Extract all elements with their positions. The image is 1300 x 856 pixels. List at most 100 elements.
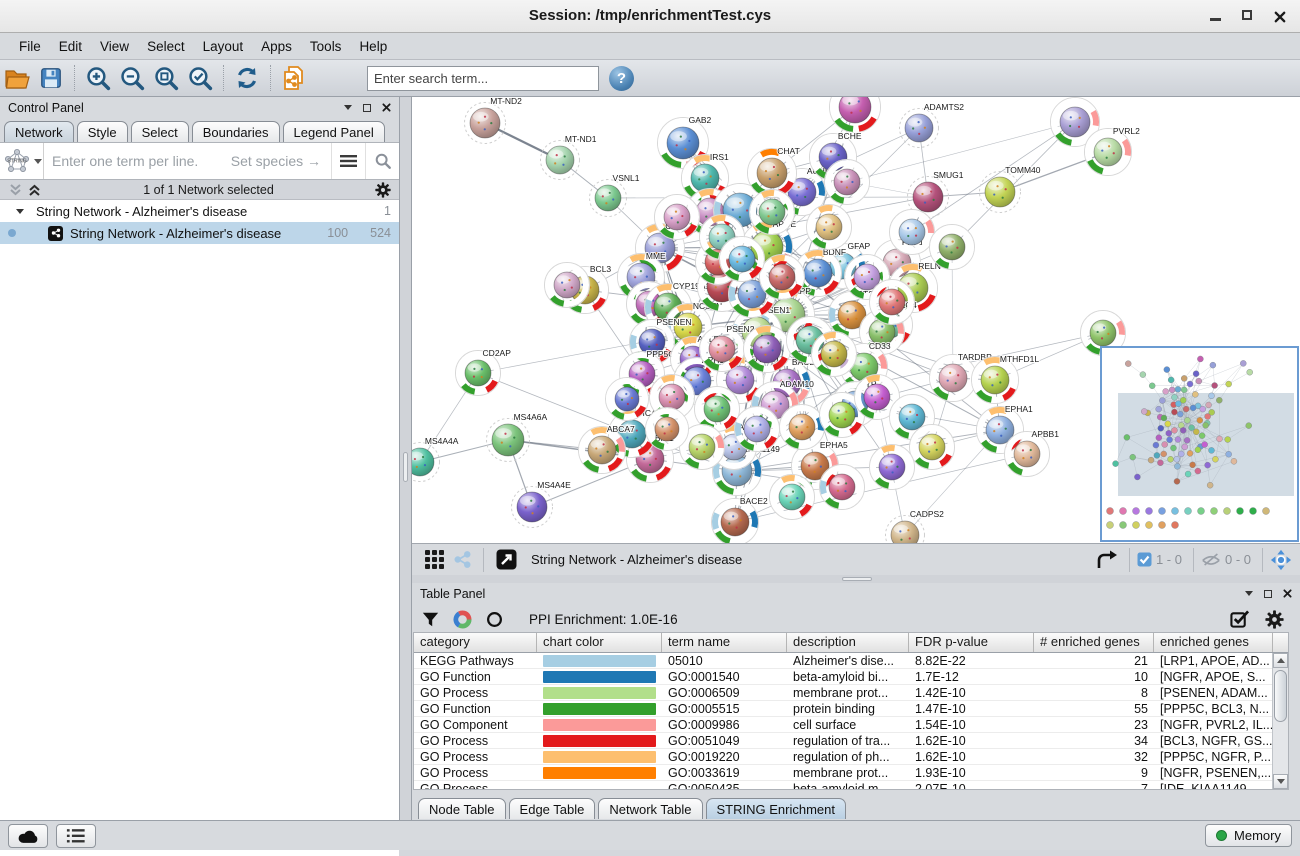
- panel-menu-button[interactable]: [1245, 591, 1253, 596]
- tab-style[interactable]: Style: [77, 121, 128, 142]
- tab-select[interactable]: Select: [131, 121, 189, 142]
- gear-icon[interactable]: [375, 182, 391, 198]
- expand-all-icon[interactable]: [27, 183, 42, 197]
- tab-network[interactable]: Network: [4, 121, 74, 142]
- string-term-input[interactable]: [44, 153, 231, 169]
- tab-string-enrichment[interactable]: STRING Enrichment: [706, 798, 846, 819]
- menu-view[interactable]: View: [91, 36, 138, 57]
- scroll-thumb[interactable]: [1274, 670, 1287, 722]
- cell: KEGG Pathways: [414, 653, 537, 668]
- vertical-splitter[interactable]: [400, 97, 412, 820]
- refresh-button[interactable]: [230, 63, 264, 93]
- task-history-button[interactable]: [56, 824, 96, 848]
- menu-help[interactable]: Help: [350, 36, 396, 57]
- table-row[interactable]: GO ProcessGO:0051049regulation of tra...…: [414, 733, 1288, 749]
- gear-icon[interactable]: [1265, 610, 1284, 629]
- navigator-toggle-icon[interactable]: [1270, 549, 1292, 571]
- cell: membrane prot...: [787, 765, 909, 780]
- network-canvas[interactable]: MT-ND2MT-ND1VSNL1GAB2ADAMTS2PVRL2TOMM40S…: [412, 97, 1300, 543]
- cell: beta-amyloid bi...: [787, 669, 909, 684]
- close-button[interactable]: [1274, 10, 1288, 22]
- minimize-button[interactable]: [1210, 10, 1224, 22]
- close-panel-button[interactable]: [1283, 589, 1292, 598]
- zoom-out-button[interactable]: [115, 63, 149, 93]
- help-button[interactable]: ?: [609, 66, 634, 91]
- cell: GO:0001540: [662, 669, 787, 684]
- menu-tools[interactable]: Tools: [301, 36, 351, 57]
- grid-view-button[interactable]: [420, 545, 448, 575]
- float-panel-button[interactable]: [363, 104, 371, 112]
- string-logo-icon[interactable]: STRING: [0, 143, 44, 179]
- tab-node-table[interactable]: Node Table: [418, 798, 506, 819]
- set-species-link[interactable]: Set species →: [231, 153, 331, 169]
- table-row[interactable]: GO ProcessGO:0050435beta-amyloid m...2.0…: [414, 781, 1288, 790]
- cell: 32: [1034, 749, 1154, 764]
- svg-text:SMUG1: SMUG1: [933, 170, 964, 180]
- panel-menu-button[interactable]: [344, 105, 352, 110]
- search-input[interactable]: [367, 66, 599, 91]
- zoom-fit-button[interactable]: [149, 63, 183, 93]
- maximize-button[interactable]: [1242, 10, 1256, 22]
- current-network-dot: [8, 229, 16, 237]
- network-row[interactable]: String Network - Alzheimer's disease 100…: [0, 222, 399, 244]
- chart-color-swatch: [543, 767, 656, 779]
- expander-icon[interactable]: [16, 209, 24, 214]
- scroll-down-button[interactable]: [1273, 774, 1288, 789]
- cell: [537, 669, 662, 684]
- cell: GO:0050435: [662, 781, 787, 790]
- open-session-button[interactable]: [0, 63, 34, 93]
- cloud-tasks-button[interactable]: [8, 824, 48, 848]
- cell: 7: [1034, 781, 1154, 790]
- tab-boundaries[interactable]: Boundaries: [192, 121, 280, 142]
- enrichment-table[interactable]: categorychart colorterm namedescriptionF…: [413, 632, 1289, 790]
- tab-network-table[interactable]: Network Table: [598, 798, 702, 819]
- table-row[interactable]: GO FunctionGO:0005515protein binding1.47…: [414, 701, 1288, 717]
- save-session-button[interactable]: [34, 63, 68, 93]
- table-row[interactable]: GO ProcessGO:0006509membrane prot...1.42…: [414, 685, 1288, 701]
- export-network-button[interactable]: [1092, 545, 1122, 575]
- menu-layout[interactable]: Layout: [194, 36, 253, 57]
- string-network-button[interactable]: [448, 545, 476, 575]
- scroll-up-button[interactable]: [1273, 653, 1288, 668]
- string-search-button[interactable]: [365, 143, 399, 179]
- column-header-term-name[interactable]: term name: [662, 633, 787, 652]
- tab-legend-panel[interactable]: Legend Panel: [283, 121, 385, 142]
- column-header-chart-color[interactable]: chart color: [537, 633, 662, 652]
- open-in-window-button[interactable]: [491, 545, 521, 575]
- cell: [LRP1, APOE, AD...: [1154, 653, 1273, 668]
- table-row[interactable]: GO ProcessGO:0033619membrane prot...1.93…: [414, 765, 1288, 781]
- menu-apps[interactable]: Apps: [252, 36, 301, 57]
- horizontal-splitter[interactable]: [412, 575, 1300, 583]
- float-panel-button[interactable]: [1264, 590, 1272, 598]
- column-header-FDR-p-value[interactable]: FDR p-value: [909, 633, 1034, 652]
- filter-icon[interactable]: [422, 611, 439, 628]
- chart-settings-icon[interactable]: [453, 610, 472, 629]
- cell: GO Function: [414, 669, 537, 684]
- menu-select[interactable]: Select: [138, 36, 194, 57]
- menu-edit[interactable]: Edit: [50, 36, 91, 57]
- table-scrollbar[interactable]: [1272, 653, 1288, 789]
- close-panel-button[interactable]: [382, 103, 391, 112]
- zoom-selected-button[interactable]: [183, 63, 217, 93]
- table-row[interactable]: KEGG Pathways05010Alzheimer's dise...8.8…: [414, 653, 1288, 669]
- string-options-button[interactable]: [331, 143, 365, 179]
- copy-network-button[interactable]: [277, 63, 311, 93]
- column-header-description[interactable]: description: [787, 633, 909, 652]
- remove-chart-icon[interactable]: [486, 611, 503, 628]
- table-row[interactable]: GO FunctionGO:0001540beta-amyloid bi...1…: [414, 669, 1288, 685]
- main-toolbar: ?: [0, 60, 1300, 97]
- collection-row[interactable]: String Network - Alzheimer's disease 1: [0, 200, 399, 222]
- select-rows-icon[interactable]: [1230, 610, 1249, 629]
- column-header-category[interactable]: category: [414, 633, 537, 652]
- menu-file[interactable]: File: [10, 36, 50, 57]
- collapse-all-icon[interactable]: [8, 183, 23, 197]
- zoom-in-button[interactable]: [81, 63, 115, 93]
- column-header-enriched-genes[interactable]: enriched genes: [1154, 633, 1273, 652]
- column-header---enriched-genes[interactable]: # enriched genes: [1034, 633, 1154, 652]
- table-row[interactable]: GO ProcessGO:0019220regulation of ph...1…: [414, 749, 1288, 765]
- birdseye-navigator[interactable]: [1100, 346, 1299, 542]
- cell: [PPP5C, NGFR, P...: [1154, 749, 1273, 764]
- memory-button[interactable]: Memory: [1205, 824, 1292, 847]
- table-row[interactable]: GO ComponentGO:0009986cell surface1.54E-…: [414, 717, 1288, 733]
- tab-edge-table[interactable]: Edge Table: [509, 798, 596, 819]
